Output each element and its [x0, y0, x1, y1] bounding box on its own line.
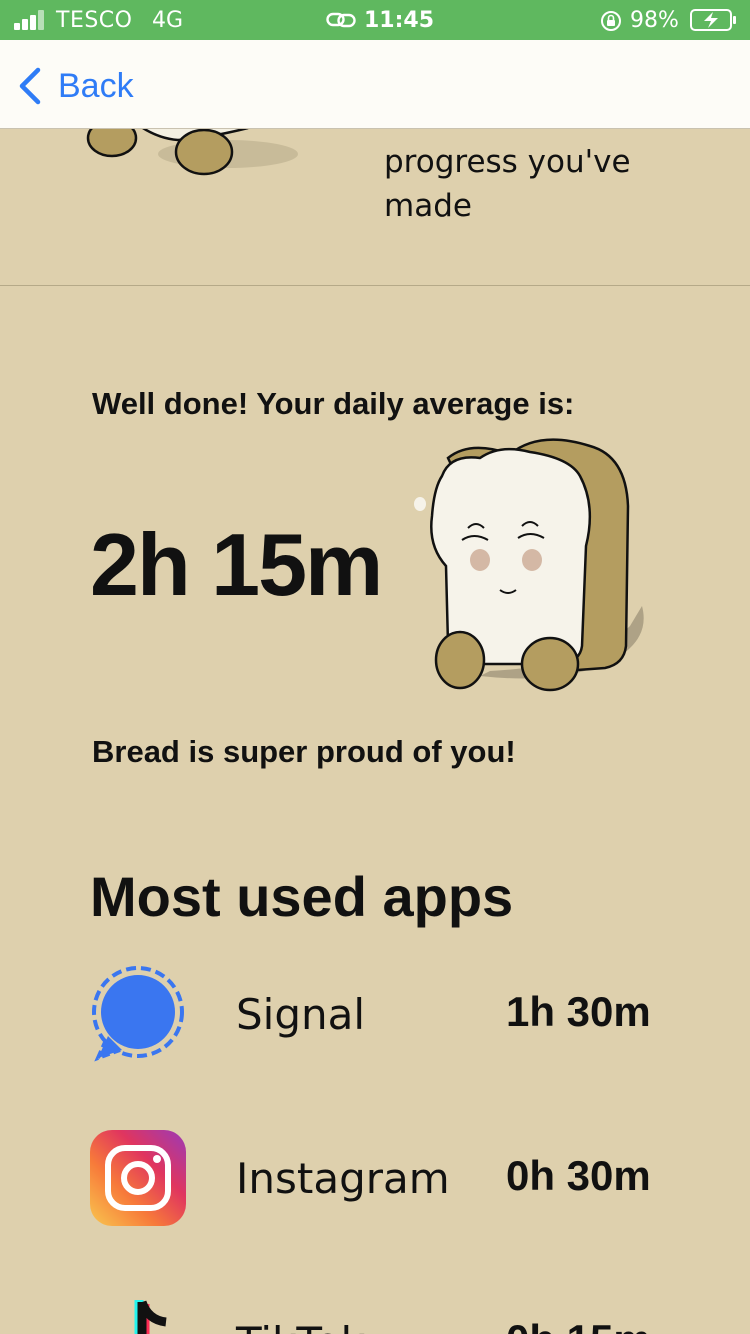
section-divider: [0, 285, 750, 286]
proud-message: Bread is super proud of you!: [92, 734, 516, 769]
app-row-tiktok[interactable]: TikTok 0h 15m: [90, 1294, 710, 1334]
signal-bars-icon: [14, 10, 48, 30]
back-button[interactable]: Back: [16, 64, 134, 108]
back-label: Back: [58, 66, 134, 105]
battery-charging-icon: [690, 9, 736, 31]
bread-mascot-partial: [86, 128, 298, 176]
app-name: TikTok: [236, 1318, 365, 1334]
progress-text: progress you've made: [384, 144, 631, 224]
app-time: 1h 30m: [506, 988, 651, 1035]
signal-app-icon: [92, 966, 184, 1062]
link-icon: [326, 12, 356, 28]
instagram-app-icon: [90, 1130, 186, 1226]
daily-average-value: 2h 15m: [90, 515, 383, 614]
status-time: 11:45: [364, 8, 435, 33]
app-name: Instagram: [236, 1154, 450, 1203]
network-type: 4G: [152, 8, 184, 33]
app-name: Signal: [236, 990, 366, 1039]
app-row-signal[interactable]: Signal 1h 30m: [90, 966, 710, 1062]
daily-average-label: Well done! Your daily average is:: [92, 386, 575, 421]
carrier-name: TESCO: [56, 8, 133, 33]
app-row-instagram[interactable]: Instagram 0h 30m: [90, 1130, 710, 1226]
most-used-apps-title: Most used apps: [90, 865, 514, 928]
status-bar: TESCO 4G 11:45 98%: [0, 0, 750, 40]
battery-percent: 98%: [630, 8, 679, 33]
app-time: 0h 15m: [506, 1316, 651, 1334]
chevron-left-icon: [19, 67, 41, 105]
bread-mascot: [414, 438, 644, 692]
navigation-bar: Back: [0, 40, 750, 129]
app-time: 0h 30m: [506, 1152, 651, 1199]
orientation-lock-icon: [601, 11, 621, 31]
tiktok-app-icon: [134, 1300, 167, 1334]
content-scroll-area[interactable]: progress you've made Well done! Your dai…: [0, 128, 750, 1334]
